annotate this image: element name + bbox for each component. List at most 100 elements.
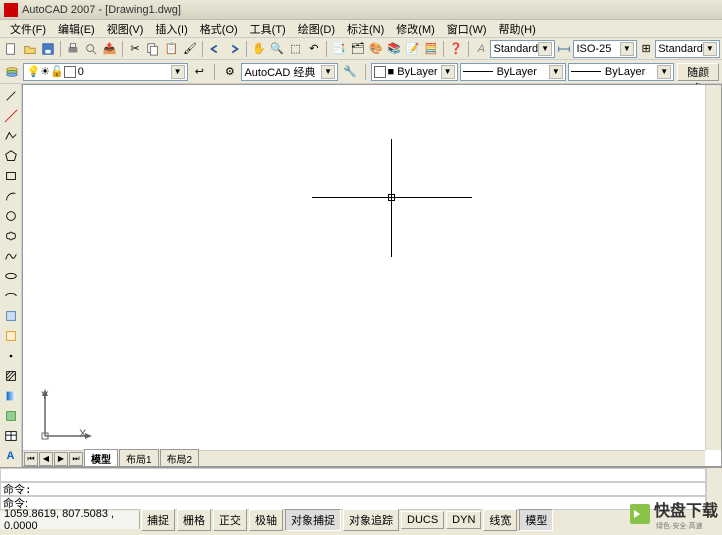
save-icon[interactable] <box>40 40 56 58</box>
workspace-icon[interactable]: ⚙ <box>221 63 238 81</box>
properties-icon[interactable]: 📑 <box>331 40 347 58</box>
tab-model[interactable]: 模型 <box>84 449 118 467</box>
menu-file[interactable]: 文件(F) <box>4 19 52 39</box>
table-icon[interactable] <box>2 427 20 445</box>
rectangle-icon[interactable] <box>2 167 20 185</box>
table-style-combo[interactable]: Standard▼ <box>655 40 720 58</box>
workspace-combo[interactable]: AutoCAD 经典▼ <box>241 63 338 81</box>
undo-icon[interactable] <box>207 40 223 58</box>
coordinates-display[interactable]: 1059.8619, 807.5083 , 0.0000 <box>0 511 140 529</box>
revcloud-icon[interactable] <box>2 227 20 245</box>
preview-icon[interactable] <box>83 40 99 58</box>
markup-icon[interactable]: 📝 <box>404 40 420 58</box>
cut-icon[interactable]: ✂ <box>127 40 143 58</box>
linetype-combo[interactable]: ByLayer▼ <box>460 63 566 81</box>
region-icon[interactable] <box>2 407 20 425</box>
menu-tools[interactable]: 工具(T) <box>244 19 292 39</box>
otrack-toggle[interactable]: 对象追踪 <box>343 509 399 531</box>
hatch-icon[interactable] <box>2 367 20 385</box>
publish-icon[interactable]: 📤 <box>102 40 118 58</box>
open-icon[interactable] <box>21 40 37 58</box>
dyn-toggle[interactable]: DYN <box>446 511 481 529</box>
command-area: 命令: 命令: <box>0 467 722 509</box>
toolpalette-icon[interactable]: 🎨 <box>368 40 384 58</box>
dim-style-icon[interactable] <box>556 40 572 58</box>
gradient-icon[interactable] <box>2 387 20 405</box>
mtext-icon[interactable]: A <box>2 447 20 465</box>
tab-last-icon[interactable]: ⏭ <box>69 452 83 466</box>
dim-style-combo[interactable]: ISO-25▼ <box>573 40 636 58</box>
model-tabs-bar: ⏮ ◀ ▶ ⏭ 模型 布局1 布局2 <box>23 450 705 466</box>
menu-view[interactable]: 视图(V) <box>101 19 150 39</box>
help-icon[interactable]: ❓ <box>448 40 464 58</box>
spline-icon[interactable] <box>2 247 20 265</box>
menu-modify[interactable]: 修改(M) <box>390 19 441 39</box>
make-block-icon[interactable] <box>2 327 20 345</box>
copy-icon[interactable] <box>145 40 161 58</box>
new-icon[interactable] <box>3 40 19 58</box>
zoom-prev-icon[interactable]: ↶ <box>306 40 322 58</box>
ducs-toggle[interactable]: DUCS <box>401 511 444 529</box>
layer-combo[interactable]: 💡 ☀ 🔓 0 ▼ <box>23 63 187 81</box>
dropdown-icon: ▼ <box>538 42 552 56</box>
drawing-canvas[interactable]: Y X ⏮ ◀ ▶ ⏭ 模型 布局1 布局2 <box>22 84 722 467</box>
designcenter-icon[interactable]: 🗂 <box>349 40 365 58</box>
polygon-icon[interactable] <box>2 147 20 165</box>
text-style-icon[interactable]: A <box>473 40 489 58</box>
line-icon[interactable] <box>2 87 20 105</box>
zoom-window-icon[interactable]: ⬚ <box>287 40 303 58</box>
zoom-rt-icon[interactable]: 🔍 <box>269 40 285 58</box>
watermark: 快盘下载 绿色·安全·高速 <box>630 497 718 531</box>
dropdown-icon: ▼ <box>441 65 455 79</box>
osnap-toggle[interactable]: 对象捕捉 <box>285 509 341 531</box>
layer-prev-icon[interactable]: ↩ <box>191 63 208 81</box>
workspace-settings-icon[interactable]: 🔧 <box>341 63 358 81</box>
app-icon <box>4 3 18 17</box>
tab-layout2[interactable]: 布局2 <box>160 449 200 467</box>
menu-format[interactable]: 格式(O) <box>194 19 244 39</box>
pan-icon[interactable]: ✋ <box>251 40 267 58</box>
sheet-set-icon[interactable]: 📚 <box>386 40 402 58</box>
ellipse-icon[interactable] <box>2 267 20 285</box>
title-text: AutoCAD 2007 - [Drawing1.dwg] <box>22 4 181 16</box>
model-toggle[interactable]: 模型 <box>519 509 553 531</box>
lwt-toggle[interactable]: 线宽 <box>483 509 517 531</box>
circle-icon[interactable] <box>2 207 20 225</box>
layer-manager-icon[interactable] <box>3 63 20 81</box>
menu-edit[interactable]: 编辑(E) <box>52 19 101 39</box>
menu-draw[interactable]: 绘图(D) <box>292 19 341 39</box>
menu-insert[interactable]: 插入(I) <box>149 19 193 39</box>
grid-toggle[interactable]: 栅格 <box>177 509 211 531</box>
paste-icon[interactable]: 📋 <box>164 40 180 58</box>
tab-prev-icon[interactable]: ◀ <box>39 452 53 466</box>
table-style-value: Standard <box>658 43 703 55</box>
color-combo[interactable]: ■ ByLayer▼ <box>371 63 458 81</box>
menu-window[interactable]: 窗口(W) <box>441 19 493 39</box>
menu-help[interactable]: 帮助(H) <box>493 19 542 39</box>
redo-icon[interactable] <box>225 40 241 58</box>
linetype-preview <box>463 71 493 72</box>
text-style-combo[interactable]: Standard▼ <box>490 40 555 58</box>
match-icon[interactable]: 🖌 <box>182 40 198 58</box>
ellipse-arc-icon[interactable] <box>2 287 20 305</box>
polar-toggle[interactable]: 极轴 <box>249 509 283 531</box>
point-icon[interactable] <box>2 347 20 365</box>
menu-dimension[interactable]: 标注(N) <box>341 19 390 39</box>
snap-toggle[interactable]: 捕捉 <box>141 509 175 531</box>
polyline-icon[interactable] <box>2 127 20 145</box>
insert-block-icon[interactable] <box>2 307 20 325</box>
calc-icon[interactable]: 🧮 <box>423 40 439 58</box>
table-style-icon[interactable]: ⊞ <box>638 40 654 58</box>
tab-next-icon[interactable]: ▶ <box>54 452 68 466</box>
print-icon[interactable] <box>65 40 81 58</box>
ortho-toggle[interactable]: 正交 <box>213 509 247 531</box>
tab-layout1[interactable]: 布局1 <box>119 449 159 467</box>
ucs-x-label: X <box>79 428 86 440</box>
bycolor-button[interactable]: 随颜色 <box>677 63 719 81</box>
scrollbar-vertical[interactable] <box>705 85 721 450</box>
lineweight-combo[interactable]: ByLayer▼ <box>568 63 674 81</box>
tab-first-icon[interactable]: ⏮ <box>24 452 38 466</box>
arc-icon[interactable] <box>2 187 20 205</box>
xline-icon[interactable] <box>2 107 20 125</box>
color-value: ■ ByLayer <box>388 66 438 78</box>
